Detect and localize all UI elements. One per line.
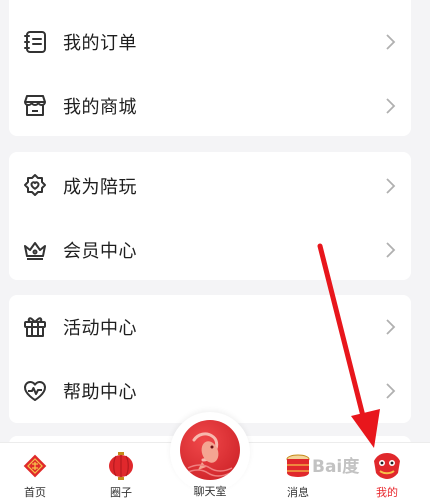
menu-item-label: 会员中心 xyxy=(63,241,137,262)
tab-label: 圈子 xyxy=(110,486,132,499)
menu-item-my-store[interactable]: 我的商城 xyxy=(9,78,411,134)
lion-head-icon xyxy=(370,449,404,483)
chevron-right-icon xyxy=(385,96,397,116)
order-list-icon xyxy=(21,28,49,56)
heart-badge-icon xyxy=(21,172,49,200)
koi-fish-icon xyxy=(180,420,240,480)
chevron-right-icon xyxy=(385,317,397,337)
chevron-right-icon xyxy=(385,381,397,401)
tab-circle[interactable]: 圈子 xyxy=(86,443,156,500)
crown-icon xyxy=(21,236,49,264)
drum-icon xyxy=(281,449,315,483)
menu-item-label: 活动中心 xyxy=(63,318,137,339)
fu-lantern-icon xyxy=(18,449,52,483)
menu-card-orders: 我的订单 我的商城 xyxy=(9,0,411,136)
menu-card-member: 成为陪玩 会员中心 xyxy=(9,152,411,280)
tab-mine[interactable]: 我的 xyxy=(352,443,422,500)
gift-icon xyxy=(21,313,49,341)
tab-label: 我的 xyxy=(376,486,398,499)
chevron-right-icon xyxy=(385,32,397,52)
tab-chat-room[interactable] xyxy=(180,420,240,480)
menu-item-label: 成为陪玩 xyxy=(63,177,137,198)
menu-item-label: 我的商城 xyxy=(63,97,137,118)
tab-label-chat-room: 聊天室 xyxy=(193,485,227,498)
store-icon xyxy=(21,92,49,120)
menu-item-label: 我的订单 xyxy=(63,33,137,54)
chevron-right-icon xyxy=(385,176,397,196)
menu-item-become-companion[interactable]: 成为陪玩 xyxy=(9,158,411,214)
heartbeat-icon xyxy=(21,377,49,405)
menu-item-member-center[interactable]: 会员中心 xyxy=(9,222,411,278)
baidu-watermark-logo: Bai度 xyxy=(312,457,360,477)
menu-item-label: 帮助中心 xyxy=(63,382,137,403)
chevron-right-icon xyxy=(385,240,397,260)
menu-item-my-orders[interactable]: 我的订单 xyxy=(9,14,411,70)
tab-home[interactable]: 首页 xyxy=(0,443,70,500)
tab-label: 首页 xyxy=(24,486,46,499)
menu-item-help-center[interactable]: 帮助中心 xyxy=(9,363,411,419)
red-lantern-icon xyxy=(104,449,138,483)
tab-label: 消息 xyxy=(287,486,309,499)
menu-card-activities: 活动中心 帮助中心 xyxy=(9,295,411,423)
menu-item-activity-center[interactable]: 活动中心 xyxy=(9,299,411,355)
